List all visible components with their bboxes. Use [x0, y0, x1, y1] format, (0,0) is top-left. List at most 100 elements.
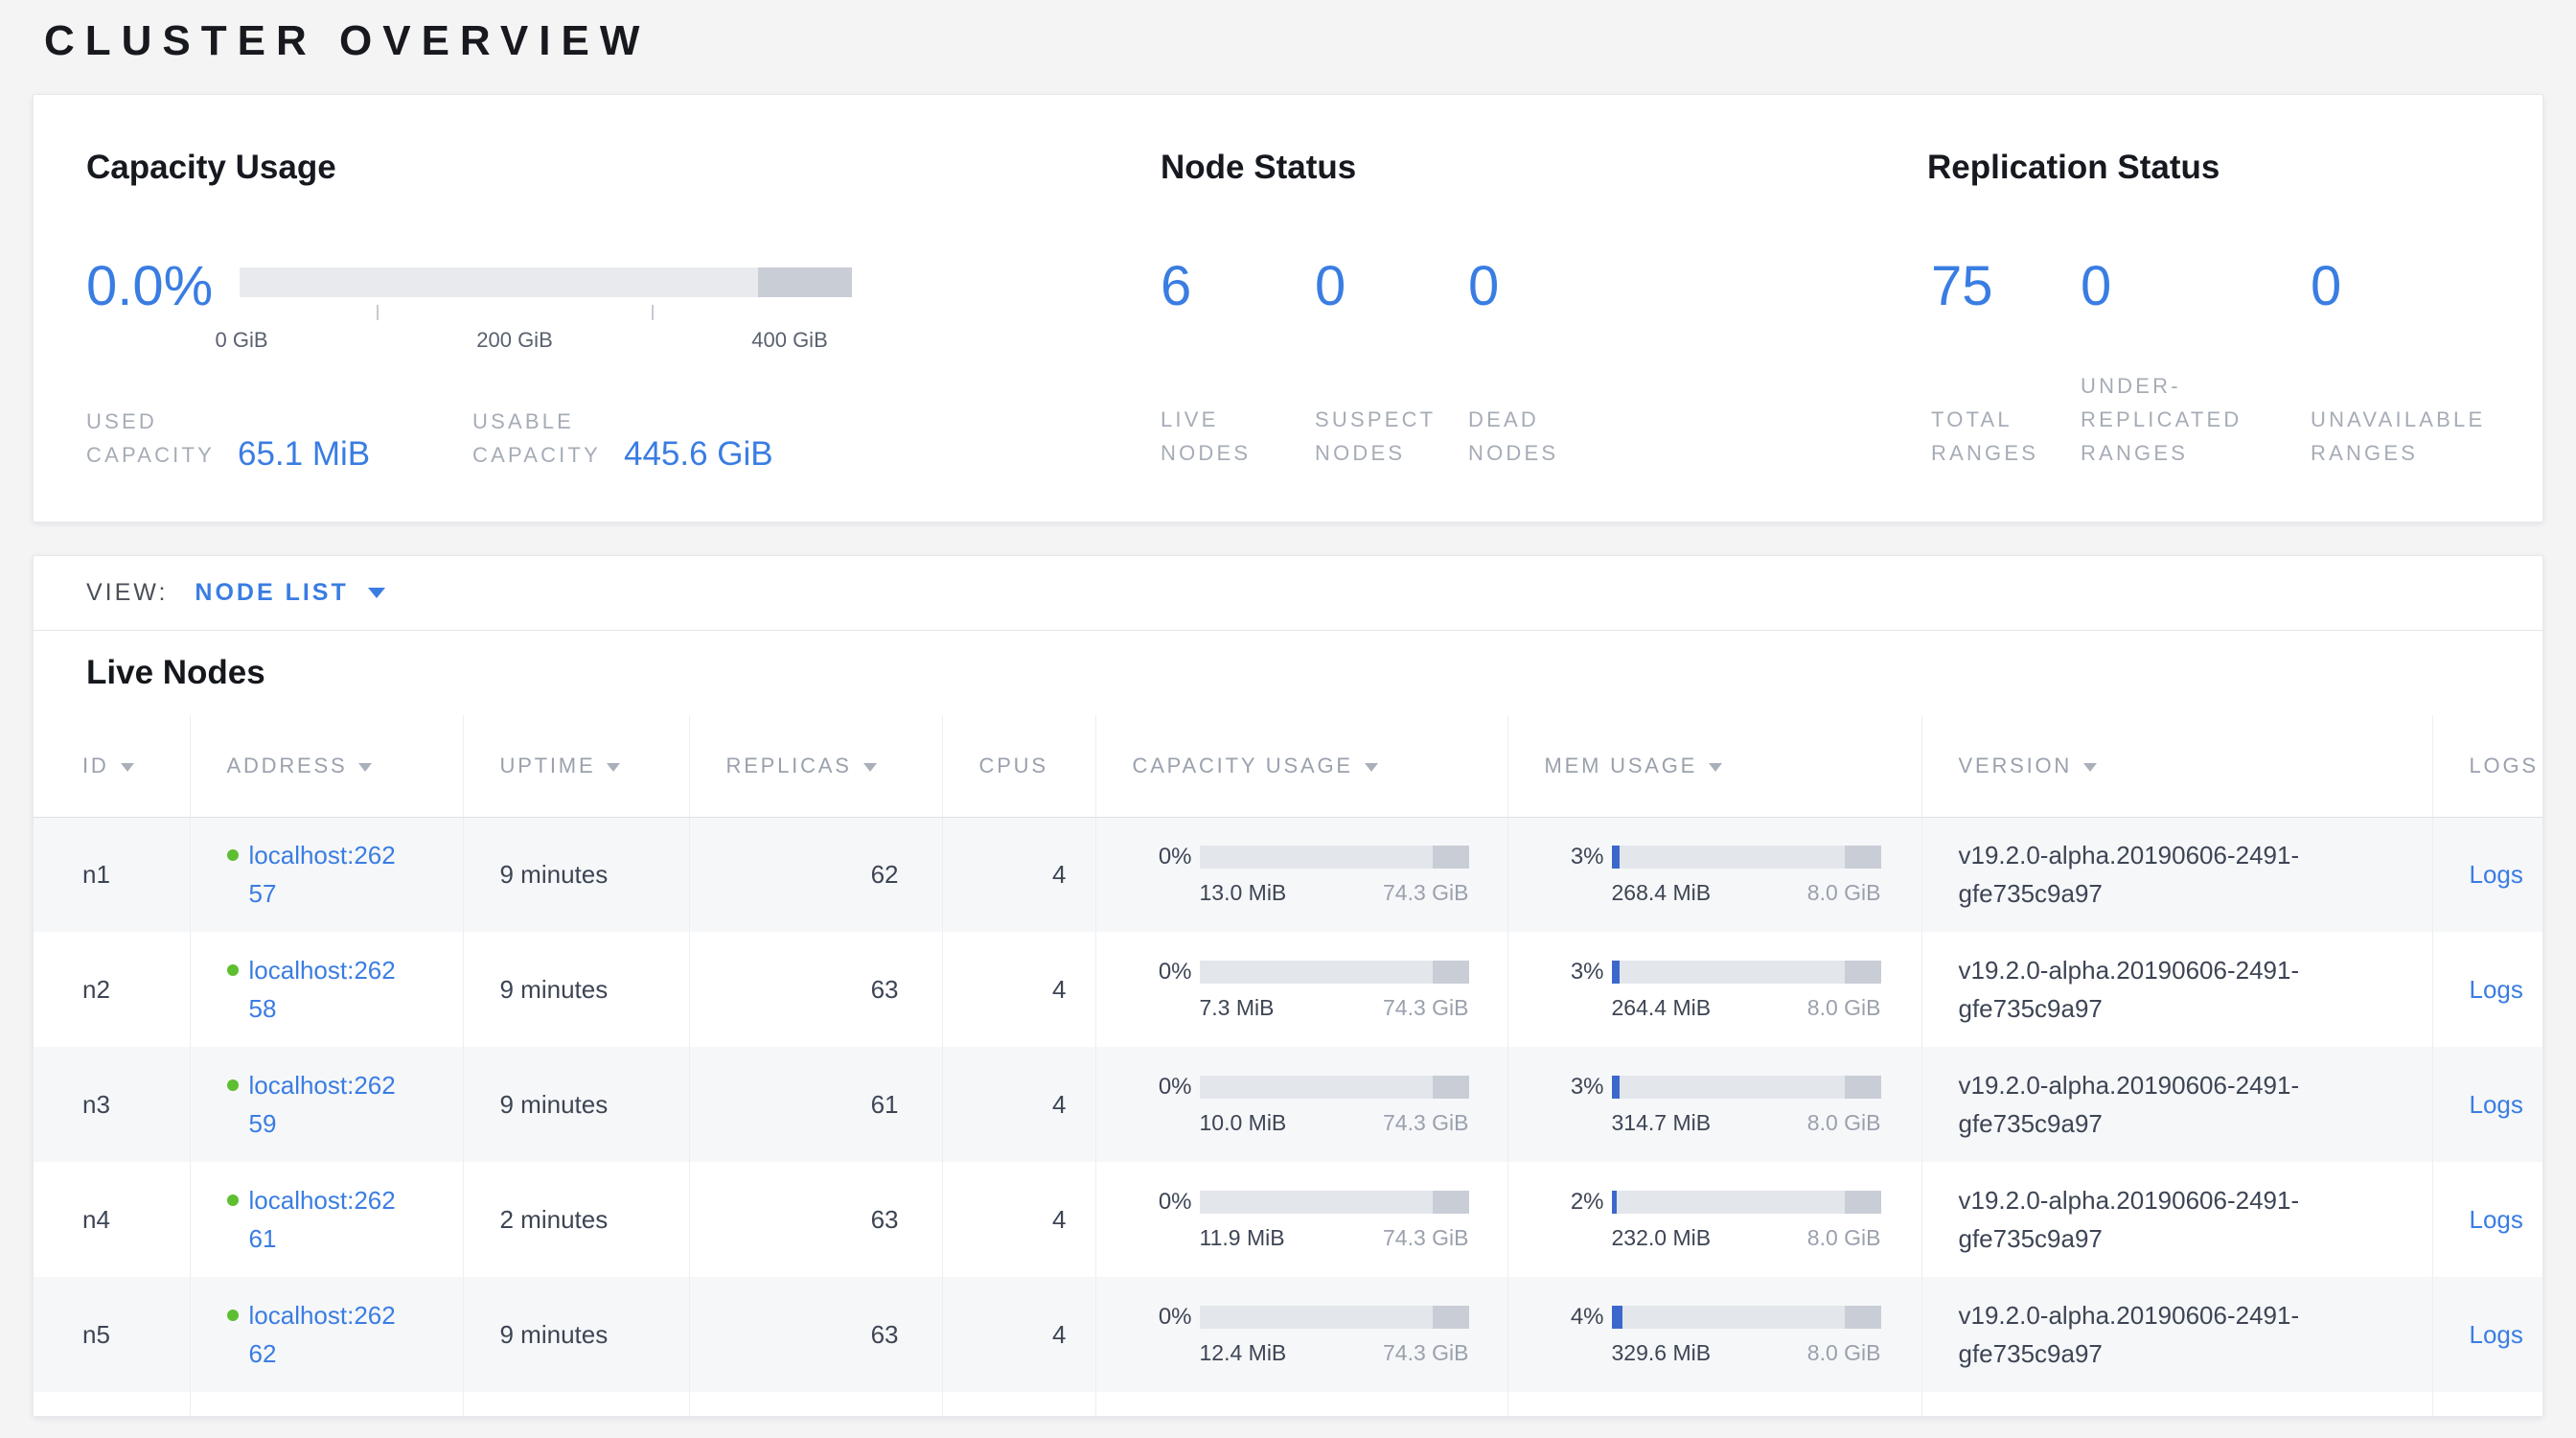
live-nodes-heading: Live Nodes: [86, 654, 2542, 692]
node-address-link[interactable]: localhost:26257: [249, 836, 404, 913]
axis-tick: [652, 305, 654, 320]
capacity-bar: [1200, 1076, 1469, 1099]
mem-bar: [1612, 846, 1881, 869]
logs-link[interactable]: Logs: [2470, 1090, 2523, 1119]
cpus-cell: 4: [942, 1047, 1095, 1162]
logs-cell: Logs: [2432, 817, 2543, 932]
replicas-cell: 62: [689, 817, 942, 932]
mem-usage-cell: 3% 264.4 MiB8.0 GiB: [1507, 932, 1921, 1047]
logs-link[interactable]: Logs: [2470, 1320, 2523, 1349]
mem-bar: [1612, 1076, 1881, 1099]
node-id-cell: n5: [34, 1277, 190, 1392]
mem-usage-cell: 4% 329.6 MiB8.0 GiB: [1507, 1277, 1921, 1392]
capacity-usage-cell: 0% 13.0 MiB74.3 GiB: [1095, 817, 1507, 932]
table-row: n5 localhost:26262 9 minutes 63 4 0% 12.…: [34, 1277, 2543, 1392]
under-replicated-label: UNDER- REPLICATED RANGES: [2081, 369, 2242, 470]
sort-arrow-icon: [1709, 763, 1722, 772]
axis-label: 0 GiB: [215, 328, 267, 353]
column-header-uptime[interactable]: UPTIME: [463, 715, 689, 817]
uptime-cell: 9 minutes: [463, 932, 689, 1047]
view-selector-dropdown[interactable]: NODE LIST: [195, 579, 384, 607]
used-capacity-label: USED CAPACITY: [86, 405, 215, 472]
cpus-cell: 4: [942, 1277, 1095, 1392]
page-title: CLUSTER OVERVIEW: [44, 17, 650, 65]
mem-bar: [1612, 961, 1881, 984]
capacity-usage-cell: 0% 7.3 MiB74.3 GiB: [1095, 932, 1507, 1047]
capacity-percent: 0.0%: [86, 256, 213, 317]
logs-link[interactable]: Logs: [2470, 1205, 2523, 1234]
unavailable-ranges-count: 0: [2311, 256, 2341, 317]
node-address-cell: localhost:26259: [190, 1047, 463, 1162]
sort-arrow-icon: [607, 763, 620, 772]
node-address-cell: localhost:26257: [190, 817, 463, 932]
live-nodes-count: 6: [1161, 256, 1191, 317]
used-capacity-stat: USED CAPACITY 65.1 MiB: [86, 405, 370, 472]
node-address-cell: localhost:26262: [190, 1277, 463, 1392]
version-cell: v19.2.0-alpha.20190606-2491-gfe735c9a97: [1921, 1277, 2432, 1392]
node-status-title: Node Status: [1161, 149, 1356, 187]
mem-bar: [1612, 1191, 1881, 1214]
logs-cell: Logs: [2432, 1277, 2543, 1392]
cluster-summary-card: Capacity Usage 0.0% 0 GiB 200 GiB 400 Gi…: [33, 94, 2543, 522]
live-nodes-table: ID ADDRESS UPTIME REPLICAS CPUS CAPACITY…: [34, 715, 2543, 1417]
uptime-cell: 9 minutes: [463, 1047, 689, 1162]
node-address-link[interactable]: localhost:26259: [249, 1066, 404, 1143]
logs-cell: Logs: [2432, 1047, 2543, 1162]
logs-link[interactable]: Logs: [2470, 975, 2523, 1004]
node-address-link[interactable]: localhost:26261: [249, 1181, 404, 1258]
unavailable-ranges-label: UNAVAILABLE RANGES: [2311, 403, 2485, 470]
dead-nodes-count: 0: [1468, 256, 1499, 317]
suspect-nodes-count: 0: [1315, 256, 1346, 317]
sort-arrow-icon: [1365, 763, 1378, 772]
capacity-axis: 0 GiB 200 GiB 400 GiB: [240, 303, 852, 364]
node-healthy-dot-icon: [227, 1079, 239, 1091]
version-cell: v19.2.0-alpha.20190606-2491-gfe735c9a97: [1921, 1047, 2432, 1162]
cpus-cell: 4: [942, 1162, 1095, 1277]
capacity-bar: [1200, 1306, 1469, 1329]
column-header-mem-usage[interactable]: MEM USAGE: [1507, 715, 1921, 817]
mem-bar: [1612, 1306, 1881, 1329]
table-header-row: ID ADDRESS UPTIME REPLICAS CPUS CAPACITY…: [34, 715, 2543, 817]
capacity-bar: [1200, 846, 1469, 869]
mem-usage-cell: 3% 268.4 MiB8.0 GiB: [1507, 817, 1921, 932]
total-ranges-count: 75: [1931, 256, 1993, 317]
column-header-cpus: CPUS: [942, 715, 1095, 817]
cpus-cell: 4: [942, 932, 1095, 1047]
table-row: n2 localhost:26258 9 minutes 63 4 0% 7.3…: [34, 932, 2543, 1047]
total-ranges-label: TOTAL RANGES: [1931, 403, 2038, 470]
column-header-address[interactable]: ADDRESS: [190, 715, 463, 817]
capacity-usage-bar: [240, 267, 852, 297]
view-selector-bar: VIEW: NODE LIST: [34, 556, 2542, 631]
node-healthy-dot-icon: [227, 849, 239, 861]
replicas-cell: 63: [689, 1162, 942, 1277]
node-address-link[interactable]: localhost:26258: [249, 951, 404, 1028]
column-header-capacity-usage[interactable]: CAPACITY USAGE: [1095, 715, 1507, 817]
uptime-cell: 2 minutes: [463, 1162, 689, 1277]
table-row: n4 localhost:26261 2 minutes 63 4 0% 11.…: [34, 1162, 2543, 1277]
view-label: VIEW:: [86, 579, 168, 607]
table-row-partial: [34, 1392, 2543, 1417]
uptime-cell: 9 minutes: [463, 817, 689, 932]
logs-link[interactable]: Logs: [2470, 860, 2523, 889]
column-header-id[interactable]: ID: [34, 715, 190, 817]
node-healthy-dot-icon: [227, 1194, 239, 1206]
node-address-link[interactable]: localhost:26262: [249, 1296, 404, 1373]
node-id-cell: n2: [34, 932, 190, 1047]
mem-usage-cell: 3% 314.7 MiB8.0 GiB: [1507, 1047, 1921, 1162]
dead-nodes-label: DEAD NODES: [1468, 403, 1558, 470]
sort-arrow-icon: [121, 763, 134, 772]
used-capacity-value: 65.1 MiB: [238, 436, 370, 472]
capacity-bar: [1200, 1191, 1469, 1214]
suspect-nodes-label: SUSPECT NODES: [1315, 403, 1436, 470]
column-header-replicas[interactable]: REPLICAS: [689, 715, 942, 817]
sort-arrow-icon: [863, 763, 877, 772]
logs-cell: Logs: [2432, 932, 2543, 1047]
version-cell: v19.2.0-alpha.20190606-2491-gfe735c9a97: [1921, 932, 2432, 1047]
capacity-bar: [1200, 961, 1469, 984]
capacity-usage-cell: 0% 12.4 MiB74.3 GiB: [1095, 1277, 1507, 1392]
table-row: n3 localhost:26259 9 minutes 61 4 0% 10.…: [34, 1047, 2543, 1162]
capacity-bar-dark-segment: [758, 267, 852, 297]
capacity-usage-cell: 0% 11.9 MiB74.3 GiB: [1095, 1162, 1507, 1277]
column-header-version[interactable]: VERSION: [1921, 715, 2432, 817]
node-healthy-dot-icon: [227, 1310, 239, 1321]
